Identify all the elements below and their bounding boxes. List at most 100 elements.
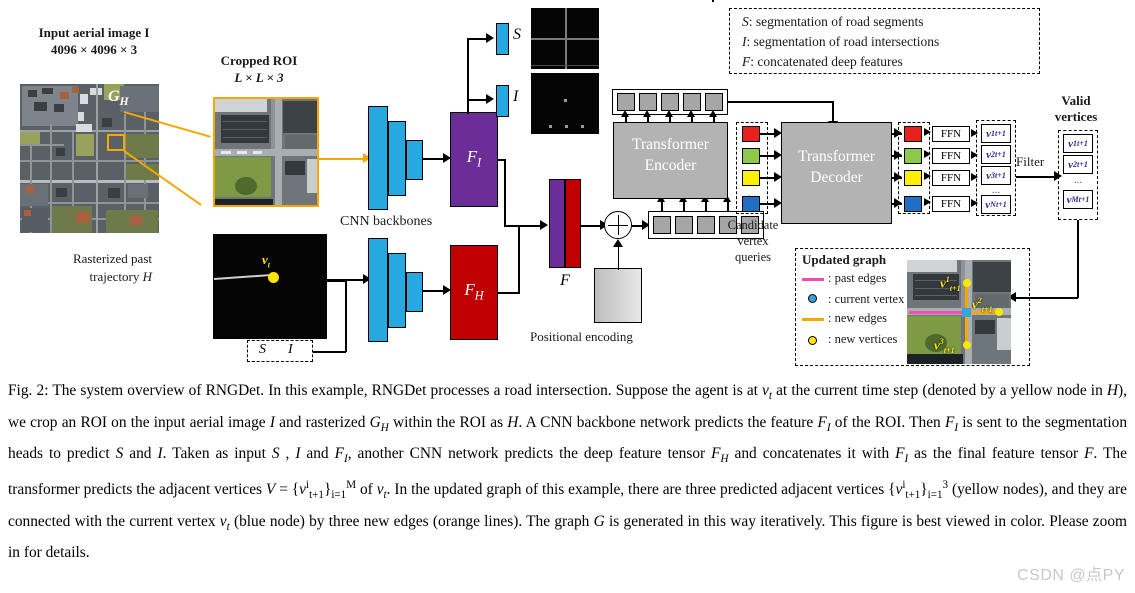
encoder-output-token [661, 93, 679, 111]
caption-S2: S [271, 445, 280, 463]
caption-t7: of the ROI. Then [830, 413, 945, 431]
updated-graph-legend-label-past: : past edges [828, 271, 887, 285]
caption-FI1: FI [817, 413, 831, 434]
caption-t1: The system overview of RNGDet. In this e… [48, 382, 763, 399]
positional-encoding-block [594, 268, 642, 323]
caption-vt2: vt [376, 481, 387, 502]
filter-label: Filter [1016, 154, 1045, 169]
caption-t14: and concatenates it with [728, 445, 896, 463]
encoder-output-token [683, 93, 701, 111]
figure-diagram: Input aerial image I 4096 × 4096 × 3 GH … [0, 0, 1135, 370]
caption-t13: , another CNN network predicts the deep … [347, 445, 712, 463]
cnn-backbones-label: CNN backbones [340, 214, 433, 229]
roi-to-cnn-arrow-line [319, 158, 365, 160]
swatch-to-ffn-arrowhead [924, 198, 931, 206]
caption-t6: . A CNN backbone network predicts the fe… [518, 413, 818, 431]
enc-to-dec-vline [832, 101, 834, 123]
caption-H1: H [1106, 382, 1119, 399]
caption-Gg: G [593, 512, 605, 530]
pos-enc-to-sum-line [617, 246, 620, 270]
predicted-vertex-1: v 2 t+1 [981, 145, 1011, 164]
swatch-to-ffn-arrowhead [924, 128, 931, 136]
caption-label: Fig. 2: [8, 382, 49, 399]
ffn-to-vertex-arrowhead [971, 199, 978, 207]
decoder-output-swatch-1 [904, 148, 922, 164]
FI-to-concat-hline [498, 159, 506, 161]
pos-enc-to-sum-arrowhead [613, 239, 623, 247]
csdn-watermark: CSDN @点PY [1017, 567, 1125, 584]
segmentation-input-dashed-box [247, 340, 313, 362]
transformer-encoder-label-line2: Encoder [644, 157, 697, 174]
concat-feed-arrowhead [540, 220, 548, 230]
ffn-head-2: FFN [932, 170, 970, 186]
valid-to-graph-vline [1077, 220, 1079, 298]
cnn-backbone-bottom-layer1 [368, 238, 388, 342]
encoder-output-token [639, 93, 657, 111]
caption-V: V [265, 481, 276, 499]
cnn-backbone-top-layer1 [368, 106, 388, 210]
updated-graph-legend-label-current: : current vertex [828, 292, 905, 306]
trajectory-label-line2: trajectory H [89, 269, 152, 284]
input-image-title-line1: Input aerial image I [38, 25, 150, 40]
rasterized-trajectory-image [213, 234, 327, 339]
caption-set1: {vit+1}i=1M [291, 479, 357, 502]
cropped-roi-image [213, 97, 319, 207]
updated-graph-legend-dot-current [808, 294, 817, 303]
candidate-query-swatch-3 [742, 196, 760, 212]
FH-to-concat-hline [498, 292, 520, 294]
enc-in-arrow-line [727, 201, 729, 211]
FI-seg-branch-hline-S [467, 38, 488, 40]
updated-graph-legend-dot-newvertex [808, 336, 817, 345]
seg-head-I-block [496, 85, 509, 117]
updated-graph-legend-label-new: : new edges [828, 311, 888, 325]
predicted-vertex-0: v 1 t+1 [981, 124, 1011, 143]
ffn-to-vertex-arrowhead [971, 129, 978, 137]
transformer-decoder-label-line1: Transformer [798, 148, 875, 165]
concat-feature-left [549, 179, 565, 268]
enc-in-arrow-line [683, 201, 685, 211]
filter-line [1016, 176, 1058, 178]
encoder-output-token [617, 93, 635, 111]
trajectory-current-vertex-dot [268, 272, 279, 283]
swatch-to-ffn-arrowhead [924, 172, 931, 180]
feature-FI-label: FI [466, 147, 482, 170]
concat-feature-purple-half [712, 0, 714, 2]
cnn2-input-line [327, 279, 365, 281]
segmentation-I-image [531, 73, 599, 134]
notation-legend-item-2: F: concatenated deep features [742, 54, 903, 69]
decoder-output-swatch-3 [904, 196, 922, 212]
dec-to-out-arrowhead [894, 198, 902, 208]
decoder-output-swatch-2 [904, 170, 922, 186]
ffn-to-vertex-arrowhead [971, 173, 978, 181]
caption-H2: H [507, 413, 519, 431]
caption-t5: within the ROI as [388, 413, 508, 431]
transformer-decoder-label-line2: Decoder [810, 169, 863, 186]
caption-t11: , [279, 445, 296, 463]
enc-out-arrowhead [643, 110, 651, 117]
trajectory-label-line1: Rasterized past [72, 251, 152, 266]
ffn-head-3: FFN [932, 196, 970, 212]
caption-vt: vt [762, 382, 772, 403]
encoder-input-token [675, 216, 693, 234]
cropped-roi-title-line1: Cropped ROI [220, 53, 298, 68]
enc-out-arrowhead [621, 110, 629, 117]
enc-to-dec-hline [728, 101, 834, 103]
cropped-roi-title-line2: L × L × 3 [234, 70, 284, 85]
roi-selection-box [107, 134, 125, 151]
caption-eq: = [275, 481, 292, 499]
caption-t18: . In the updated graph of this example, … [386, 481, 889, 499]
candidate-query-swatch-0 [742, 126, 760, 142]
notation-legend-item-0: S: segmentation of road segments [742, 14, 924, 29]
enc-out-arrowhead [665, 110, 673, 117]
valid-vertices-label-line2: vertices [1054, 109, 1098, 124]
FI-to-concat-vline [504, 159, 506, 226]
transformer-encoder-label-line1: Transformer [632, 136, 709, 153]
caption-t17: of [356, 481, 377, 499]
enc-out-arrowhead [687, 110, 695, 117]
concat-feature-right [565, 179, 581, 268]
caption-t4: and rasterized [274, 413, 370, 431]
seg-input-i-label: I [288, 342, 293, 357]
concat-feature-label: F [560, 272, 570, 289]
dec-to-out-arrowhead [894, 172, 902, 182]
caption-FH: FH [711, 445, 729, 466]
